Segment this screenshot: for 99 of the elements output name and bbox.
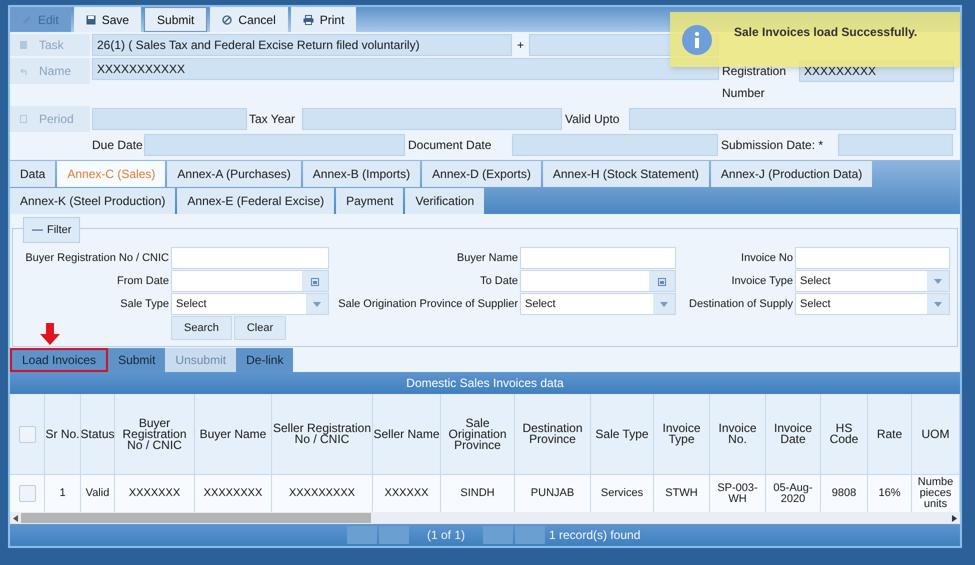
document-date-field[interactable] — [512, 134, 718, 156]
toolbar-button[interactable]: Submit — [144, 7, 208, 32]
next-page-icon[interactable] — [483, 526, 513, 544]
save-icon — [86, 14, 96, 25]
document-date-label: Document Date — [407, 137, 492, 154]
tab[interactable]: Annex-K (Steel Production) — [10, 188, 176, 214]
submission-date-label: Submission Date: * — [720, 137, 824, 154]
scroll-left-icon[interactable] — [13, 514, 18, 522]
table-cell: XXXXXX — [384, 488, 429, 499]
select-all-checkbox[interactable] — [18, 426, 36, 442]
table-cell-text: SP-003-WH — [716, 482, 759, 504]
task-icon — [20, 41, 27, 50]
period-field[interactable] — [92, 108, 247, 130]
select-field[interactable]: Select — [520, 293, 676, 316]
calendar-icon — [311, 276, 319, 286]
field-label: Sale Type — [119, 298, 170, 310]
name-label: Name — [10, 58, 90, 84]
tax-year-field[interactable] — [302, 108, 562, 130]
caret-icon — [934, 278, 942, 284]
field-label: From Date — [116, 276, 170, 287]
field-label: Invoice No — [740, 252, 794, 264]
table-cell: XXXXXXXXX — [288, 488, 356, 499]
pencil-icon — [22, 14, 32, 25]
calendar-icon — [20, 115, 27, 124]
table-cell: XXXXXXXX — [204, 488, 262, 499]
table-cell: PUNJAB — [530, 488, 574, 499]
table-cell: 9808 — [832, 488, 856, 499]
info-icon — [682, 24, 712, 54]
record-count: 1 record(s) found — [549, 527, 640, 544]
name-field[interactable]: XXXXXXXXXXX — [92, 58, 719, 80]
page-indicator: (1 of 1) — [426, 527, 466, 544]
previous-page-icon[interactable] — [379, 526, 409, 544]
field-label: To Date — [479, 276, 519, 287]
date-field[interactable] — [171, 270, 329, 292]
tab[interactable]: Annex-B (Imports) — [302, 161, 420, 188]
row-checkbox[interactable] — [18, 485, 36, 502]
valid-upto-label: Valid Upto — [564, 111, 620, 128]
last-page-icon[interactable] — [515, 526, 545, 544]
first-page-icon[interactable] — [347, 526, 377, 544]
table-cell: SINDH — [460, 488, 495, 499]
tab[interactable]: Annex-A (Purchases) — [167, 161, 301, 188]
due-date-field[interactable] — [144, 134, 405, 156]
toolbar-button[interactable]: Cancel — [210, 7, 288, 32]
back-arrow-icon — [20, 68, 27, 75]
select-field[interactable]: Select — [171, 293, 329, 316]
horizontal-scrollbar[interactable] — [10, 512, 960, 524]
scroll-right-icon[interactable] — [952, 514, 957, 522]
table-cell: 1 — [59, 488, 66, 499]
table-cell: XXXXXXX — [128, 488, 180, 499]
task-field[interactable]: 26(1) ( Sales Tax and Federal Excise Return filed voluntarily) — [92, 34, 512, 56]
field-label: Buyer Name — [456, 252, 519, 264]
field-label: Invoice Type — [730, 276, 794, 287]
tab[interactable]: Annex-J (Production Data) — [710, 161, 872, 188]
action-button[interactable]: Submit — [108, 348, 166, 372]
tab[interactable]: Annex-H (Stock Statement) — [542, 161, 709, 188]
table-cell: STWH — [665, 488, 698, 499]
due-date-label: Due Date — [92, 137, 144, 154]
filter-toggle[interactable]: — Filter — [23, 217, 80, 244]
collapse-icon: — — [32, 222, 43, 239]
date-field[interactable] — [520, 270, 676, 292]
grid-title: Domestic Sales Invoices data — [10, 372, 960, 394]
calendar-icon — [658, 276, 666, 286]
printer-icon — [302, 14, 314, 25]
action-button[interactable]: De-link — [236, 348, 294, 372]
table-cell: 16% — [878, 488, 901, 499]
filter-button[interactable]: Search — [171, 316, 232, 340]
registration-label: Registration Number — [721, 63, 788, 102]
caret-icon — [934, 302, 942, 307]
caret-icon — [313, 302, 321, 307]
tab[interactable]: Annex-E (Federal Excise) — [177, 188, 334, 214]
text-field[interactable] — [171, 247, 329, 270]
toast-message: Sale Invoices load Successfully. — [734, 24, 918, 40]
table-cell: Valid — [86, 488, 110, 499]
table-cell-text: 05-Aug-2020 — [772, 482, 814, 504]
filter-button[interactable]: Clear — [234, 316, 286, 340]
select-field[interactable]: Select — [795, 270, 950, 292]
table-cell-text: Numbe pieces units — [916, 477, 954, 510]
tab[interactable]: Annex-D (Exports) — [422, 161, 541, 188]
cancel-icon — [222, 14, 232, 25]
period-label: Period — [10, 106, 90, 132]
plus-sign: + — [516, 37, 525, 54]
text-field[interactable] — [795, 247, 950, 270]
tab[interactable]: Data — [10, 161, 56, 188]
down-arrow-icon — [40, 323, 60, 346]
table-cell: Services — [600, 488, 644, 499]
text-field[interactable] — [520, 247, 676, 270]
toolbar-button[interactable]: Print — [290, 7, 356, 32]
toolbar-button[interactable]: Save — [74, 7, 142, 32]
field-label: Sale Origination Province of Supplier — [337, 298, 519, 310]
field-label: Destination of Supply — [688, 298, 794, 310]
field-label: Buyer Registration No / CNIC — [24, 252, 170, 264]
tab[interactable]: Payment — [336, 188, 404, 214]
caret-icon — [660, 302, 668, 307]
valid-upto-field[interactable] — [629, 108, 956, 130]
tab[interactable]: Verification — [405, 188, 484, 214]
submission-date-field[interactable] — [838, 134, 953, 156]
task-label: Task — [10, 34, 90, 56]
tax-year-label: Tax Year — [248, 111, 296, 128]
select-field[interactable]: Select — [795, 293, 950, 316]
